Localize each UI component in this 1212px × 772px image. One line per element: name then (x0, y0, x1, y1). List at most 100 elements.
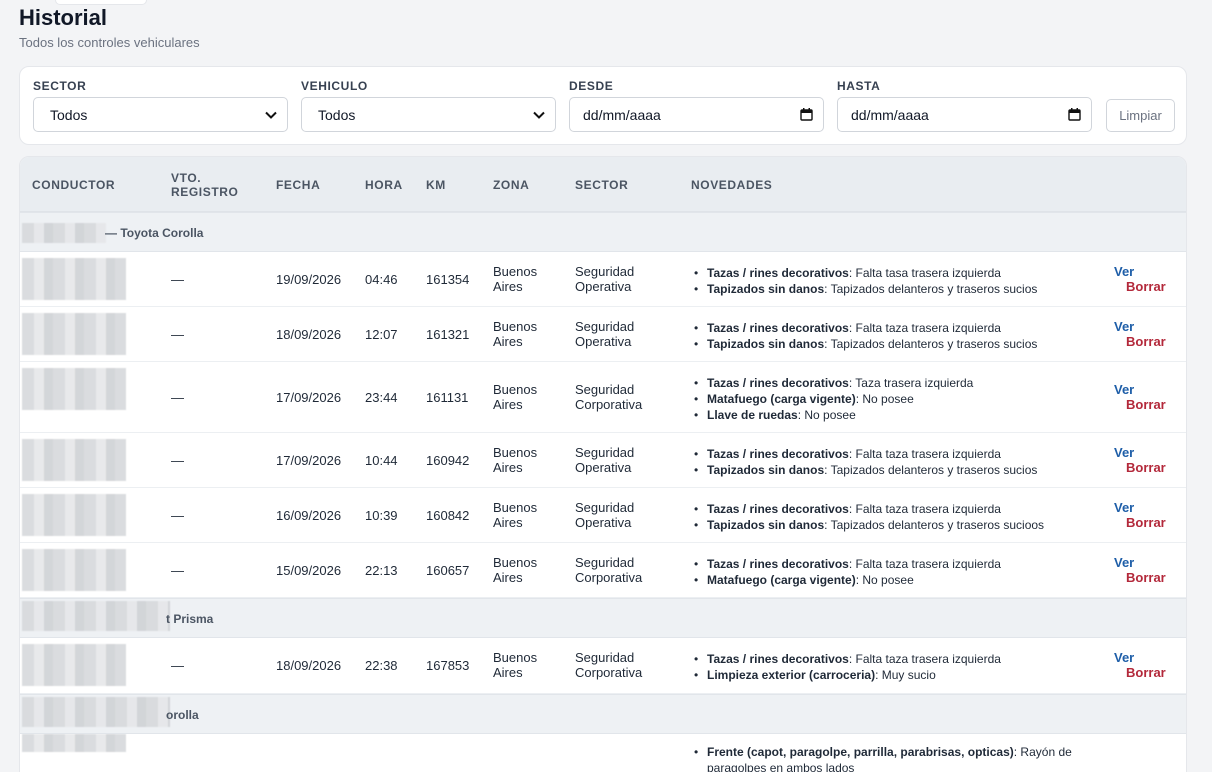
filters-panel: SECTOR Todos VEHICULO Todos DESDE dd/mm/… (19, 66, 1187, 145)
novedades-list: Frente (capot, paragolpe, parrilla, para… (692, 744, 1072, 772)
novedades-list: Tazas / rines decorativos: Falta tasa tr… (692, 265, 1037, 297)
borrar-link[interactable]: Borrar (1126, 334, 1166, 349)
redacted-driver-name (22, 223, 106, 243)
fecha: 18/09/2026 (276, 326, 342, 342)
zona-line2: Aires (493, 514, 523, 530)
vto-registro: — (171, 389, 184, 405)
clear-filters-button[interactable]: Limpiar (1106, 99, 1175, 132)
vto-registro: — (171, 271, 184, 287)
borrar-link[interactable]: Borrar (1126, 279, 1166, 294)
col-vto-line1[interactable]: VTO. (171, 171, 201, 185)
vehiculo-select[interactable]: Todos (301, 97, 556, 132)
fecha: 18/09/2026 (276, 658, 342, 673)
group-vehicle-label: orolla (166, 708, 199, 722)
filter-sector-label: SECTOR (33, 79, 87, 93)
novedad-item: Tapizados sin danos: Tapizados delantero… (692, 517, 1044, 533)
novedad-value: : Muy sucio (875, 668, 936, 682)
hora: 10:44 (365, 452, 398, 468)
desde-date-value: dd/mm/aaaa (583, 106, 661, 123)
novedad-value: : Tapizados delanteros y traseros sucioo… (824, 518, 1045, 532)
group-header: t Prisma (20, 598, 1186, 638)
col-vto-line2[interactable]: REGISTRO (171, 185, 238, 199)
hasta-date-input[interactable]: dd/mm/aaaa (837, 97, 1092, 132)
desde-date-input[interactable]: dd/mm/aaaa (569, 97, 824, 132)
sector-line2: Operativa (575, 333, 632, 349)
novedades-list: Tazas / rines decorativos: Falta taza tr… (692, 556, 1001, 588)
col-fecha[interactable]: FECHA (276, 178, 320, 192)
calendar-icon[interactable] (1068, 108, 1081, 121)
hora: 04:46 (365, 271, 398, 287)
ver-link[interactable]: Ver (1114, 264, 1134, 279)
novedad-value: : Rayón de (1013, 745, 1072, 759)
ver-link[interactable]: Ver (1114, 650, 1134, 665)
km: 161354 (426, 271, 470, 287)
table-row: — 18/09/2026 22:38 167853 Buenos Aires Segurid… (20, 638, 1186, 694)
novedades-list: Tazas / rines decorativos: Falta taza tr… (692, 651, 1001, 683)
hora: 12:07 (365, 326, 398, 342)
novedad-item: Tapizados sin danos: Tapizados delantero… (692, 281, 1037, 297)
sector-line2: Corporativa (575, 396, 643, 412)
col-hora[interactable]: HORA (365, 178, 403, 192)
sector-line2: Corporativa (575, 665, 643, 680)
sector-line2: Operativa (575, 459, 632, 475)
borrar-link[interactable]: Borrar (1126, 515, 1166, 530)
novedades-list: Tazas / rines decorativos: Falta taza tr… (692, 446, 1037, 478)
fecha: 17/09/2026 (276, 452, 342, 468)
novedades-list: Tazas / rines decorativos: Falta taza tr… (692, 501, 1044, 533)
table-row: — 16/09/2026 10:39 160842 Buenos Aires Segurid… (20, 488, 1186, 543)
km: 160657 (426, 562, 470, 578)
vto-registro: — (171, 562, 184, 578)
sector: Seguridad Corporativa (575, 382, 642, 412)
novedad-key: Limpieza exterior (carroceria) (707, 668, 876, 682)
novedad-value: : Tapizados delanteros y traseros sucios (824, 282, 1038, 296)
redacted-driver-name (22, 368, 126, 410)
novedades-list: Tazas / rines decorativos: Taza trasera … (692, 375, 973, 423)
group-header: — Toyota Corolla (20, 212, 1186, 252)
km: 161321 (426, 326, 470, 342)
ver-link[interactable]: Ver (1114, 500, 1134, 515)
novedad-item: Tapizados sin danos: Tapizados delantero… (692, 336, 1037, 352)
novedad-item: Tazas / rines decorativos: Falta taza tr… (692, 651, 1001, 667)
sector: Seguridad Operativa (575, 264, 634, 294)
zona-line1: Buenos (493, 554, 538, 570)
redacted-driver-name (22, 313, 126, 355)
hora: 22:38 (365, 658, 398, 673)
novedad-item: Tazas / rines decorativos: Falta taza tr… (692, 501, 1044, 517)
page-subtitle: Todos los controles vehiculares (19, 35, 200, 50)
zona: Buenos Aires (493, 555, 537, 585)
zona: Buenos Aires (493, 319, 537, 349)
km: 160842 (426, 507, 470, 523)
zona-line2: Aires (493, 278, 523, 294)
sector-select-value: Todos (50, 106, 88, 123)
filter-sector: SECTOR Todos (33, 79, 288, 132)
ver-link[interactable]: Ver (1114, 319, 1134, 334)
zona-line2: Aires (493, 569, 523, 585)
sector: Seguridad Operativa (575, 319, 634, 349)
novedad-key: Matafuego (carga vigente) (707, 573, 856, 587)
ver-link[interactable]: Ver (1114, 445, 1134, 460)
col-conductor[interactable]: CONDUCTOR (32, 178, 115, 192)
km: 167853 (426, 658, 470, 673)
calendar-icon[interactable] (800, 108, 813, 121)
table-row: — 19/09/2026 04:46 161354 Buenos Aires Segurid… (20, 252, 1186, 307)
col-sector[interactable]: SECTOR (575, 178, 628, 192)
novedad-key: Tazas / rines decorativos (707, 557, 849, 571)
sector-line2: Operativa (575, 278, 632, 294)
ver-link[interactable]: Ver (1114, 555, 1134, 570)
borrar-link[interactable]: Borrar (1126, 460, 1166, 475)
novedad-item: Limpieza exterior (carroceria): Muy suci… (692, 667, 1001, 683)
novedad-item: Frente (capot, paragolpe, parrilla, para… (692, 744, 1072, 760)
col-novedades[interactable]: NOVEDADES (691, 178, 772, 192)
ver-link[interactable]: Ver (1114, 382, 1134, 397)
col-km[interactable]: KM (426, 178, 446, 192)
zona-line1: Buenos (493, 444, 538, 460)
col-zona[interactable]: ZONA (493, 178, 529, 192)
chevron-down-icon (533, 109, 545, 121)
borrar-link[interactable]: Borrar (1126, 397, 1166, 412)
borrar-link[interactable]: Borrar (1126, 570, 1166, 585)
sector-select[interactable]: Todos (33, 97, 288, 132)
sector-line1: Seguridad (575, 444, 635, 460)
borrar-link[interactable]: Borrar (1126, 665, 1166, 680)
zona-line2: Aires (493, 459, 523, 475)
zona: Buenos Aires (493, 264, 537, 294)
